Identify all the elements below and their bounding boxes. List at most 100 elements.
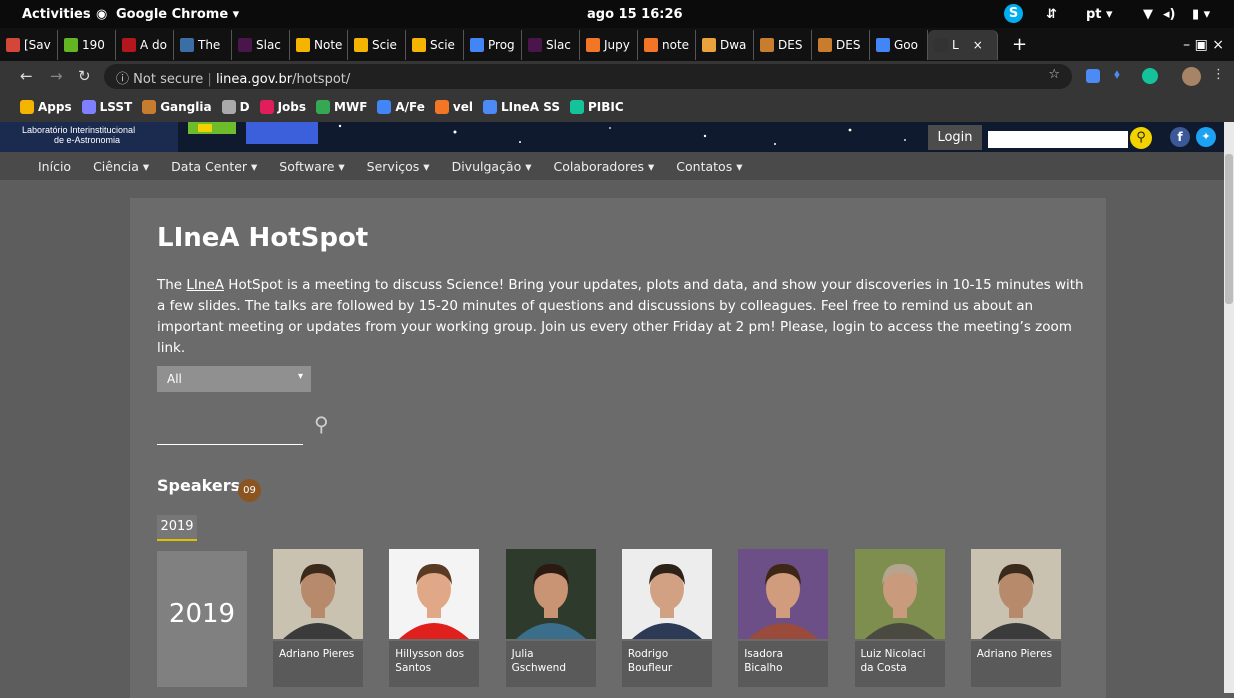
speaker-name[interactable]: Hillysson dos Santos [389,641,480,687]
nav-item[interactable]: Contatos ▾ [676,159,742,174]
browser-tab[interactable]: Slac [522,29,580,60]
browser-tab[interactable]: DES [754,29,812,60]
close-tab-icon[interactable]: × [973,38,983,52]
window-controls[interactable]: – ▣ × [1183,37,1224,53]
wifi-icon[interactable]: ▼ [1143,7,1153,22]
browser-tab[interactable]: DES [812,29,870,60]
reload-icon[interactable]: ↻ [78,67,91,85]
bookmark-icon [20,100,34,115]
security-label: Not secure [133,72,204,87]
speaker-photo[interactable] [738,549,829,639]
login-search-input[interactable] [988,131,1128,148]
browser-tab[interactable]: L × [928,29,998,60]
bookmark-item[interactable]: Ganglia [142,100,212,115]
speaker-name[interactable]: Luiz Nicolaci da Costa [854,641,945,687]
year-filter-select[interactable]: All ▾ [157,366,311,392]
linea-link[interactable]: LIneA [186,277,224,293]
nav-item[interactable]: Ciência ▾ [93,159,149,174]
nav-item[interactable]: Software ▾ [279,159,344,174]
bookmark-item[interactable]: Apps [20,100,72,115]
activities-button[interactable]: Activities [22,7,91,22]
browser-tab[interactable]: Jupy [580,29,638,60]
search-icon[interactable]: ⚲ [1130,127,1152,149]
tab-label: Scie [430,37,455,52]
browser-tab[interactable]: Prog [464,29,522,60]
skype-icon[interactable]: S [1004,4,1023,23]
speaker-photo[interactable] [970,549,1061,639]
tab-strip: [Sav 190 A do The Slac Note Scie Scie Prog Slac Ju… [0,28,1234,61]
browser-tab[interactable]: A do [116,29,174,60]
bookmark-item[interactable]: Jobs [259,100,306,115]
nav-item[interactable]: Serviços ▾ [367,159,430,174]
browser-tab[interactable]: Slac [232,29,290,60]
speakers-heading: Speakers [157,476,241,495]
bookmark-item[interactable]: A/Fe [377,100,425,115]
star-icon[interactable]: ☆ [1048,67,1060,82]
browser-tab[interactable]: note [638,29,696,60]
bookmark-item[interactable]: LSST [81,99,133,115]
speaker-photo[interactable] [273,549,363,639]
search-icon[interactable]: ⚲ [314,412,329,436]
speaker-search-input[interactable] [157,412,303,445]
bookmark-item[interactable]: LIneA SS [483,100,560,115]
bookmark-item[interactable]: PIBIC [570,100,624,115]
twitter-icon[interactable]: ✦ [1196,127,1216,147]
nav-item[interactable]: Início [38,159,71,174]
volume-icon[interactable]: ◂) [1163,7,1175,22]
app-menu[interactable]: Google Chrome ▾ [116,7,239,22]
bookmark-icon [434,100,449,115]
bookmark-icon [142,100,157,115]
extension-icon[interactable] [1086,69,1100,83]
nav-item[interactable]: Colaboradores ▾ [554,159,655,174]
dropbox-icon[interactable]: ⇵ [1046,7,1057,22]
year-tab-2019[interactable]: 2019 [157,515,197,541]
new-tab-icon[interactable]: + [1012,34,1027,55]
tab-favicon-icon [760,37,774,52]
battery-icon[interactable]: ▮ ▾ [1192,7,1210,22]
speaker-photo[interactable] [854,549,945,639]
bookmark-item[interactable]: vel [434,100,473,115]
speaker-name[interactable]: Adriano Pieres [273,641,363,687]
forward-icon[interactable]: → [50,67,63,85]
page-scrollbar[interactable] [1224,122,1234,693]
browser-tab[interactable]: 190 [58,29,116,60]
speaker-name[interactable]: Julia Gschwend [505,641,596,687]
browser-tab[interactable]: Goo [870,29,928,60]
bookmark-item[interactable]: MWF [316,100,367,115]
speaker-photo[interactable] [389,549,480,639]
browser-tab[interactable]: Dwa [696,29,754,60]
browser-tab[interactable]: Scie [348,29,406,60]
site-logo[interactable]: Laboratório Interinstitucional de e-Astr… [0,122,178,152]
address-bar[interactable]: ⓘ Not secure | linea.gov.br/hotspot/ ☆ [104,64,1072,89]
bookmark-item[interactable]: D [221,99,250,115]
speaker-name[interactable]: Rodrigo Boufleur [621,641,712,687]
browser-tab[interactable]: Scie [406,29,464,60]
bookmark-label: D [239,99,250,114]
facebook-icon[interactable]: f [1170,127,1190,147]
login-button[interactable]: Login [928,125,982,150]
tab-label: Dwa [720,37,747,52]
nav-item[interactable]: Data Center ▾ [171,159,257,174]
tab-label: 190 [82,37,105,52]
language-selector[interactable]: pt ▾ [1086,7,1113,22]
clock[interactable]: ago 15 16:26 [587,7,683,22]
browser-tab[interactable]: [Sav [0,29,58,60]
speaker-name[interactable]: Adriano Pieres [970,641,1061,687]
nav-item[interactable]: Divulgação ▾ [452,159,532,174]
browser-tab[interactable]: The [174,29,232,60]
intro-prefix: The [157,277,187,293]
avatar[interactable] [1182,67,1201,86]
speaker-name[interactable]: Isadora Bicalho [738,641,829,687]
browser-tab[interactable]: Note [290,29,348,60]
tab-favicon-icon [296,37,310,52]
bookmark-label: LIneA SS [501,99,561,114]
info-icon[interactable]: ⓘ [116,72,129,87]
bookmark-label: LSST [99,99,133,114]
speaker-photo[interactable] [505,549,596,639]
speaker-photo[interactable] [621,549,712,639]
scrollbar-thumb[interactable] [1225,154,1233,304]
menu-icon[interactable]: ⋮ [1212,67,1225,82]
back-icon[interactable]: ← [20,67,33,85]
extension-icon-2[interactable]: ⬧ [1114,67,1120,82]
grammarly-icon[interactable] [1142,68,1158,84]
